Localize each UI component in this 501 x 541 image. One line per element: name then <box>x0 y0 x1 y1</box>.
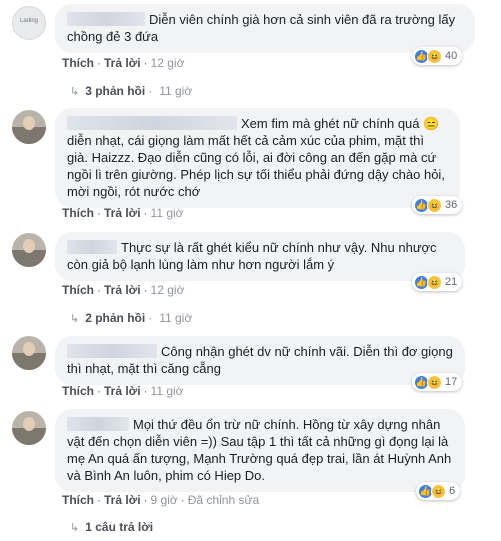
timestamp[interactable]: 12 giờ <box>151 283 185 297</box>
timestamp[interactable]: 9 giờ <box>151 493 178 507</box>
comment-bubble: Thực sự là rất ghét kiểu nữ chính như vậ… <box>55 232 465 281</box>
view-replies-link[interactable]: ↳ 2 phản hồi · 11 giờ <box>70 311 192 325</box>
author-name[interactable] <box>67 116 237 130</box>
edited-label[interactable]: Đã chỉnh sửa <box>188 493 259 507</box>
like-link[interactable]: Thích <box>62 283 94 297</box>
avatar[interactable] <box>12 336 46 370</box>
author-name[interactable] <box>67 417 129 431</box>
reaction-summary[interactable]: 👍 😆 6 <box>416 482 461 500</box>
reply-link[interactable]: Trả lời <box>104 493 141 507</box>
author-name[interactable] <box>67 12 145 26</box>
reply-arrow-icon: ↳ <box>70 313 80 325</box>
like-link[interactable]: Thích <box>62 56 94 70</box>
comment-actions: Thích · Trả lời · 12 giờ <box>62 56 185 70</box>
reply-arrow-icon: ↳ <box>70 522 80 534</box>
laughing-face-icon: 😆 <box>427 274 442 290</box>
reaction-summary[interactable]: 👍 😆 40 <box>412 47 463 65</box>
reply-link[interactable]: Trả lời <box>104 384 141 398</box>
reaction-summary[interactable]: 👍 😆 36 <box>412 196 463 214</box>
reaction-count: 17 <box>445 376 458 388</box>
replies-time: 11 giờ <box>159 84 193 98</box>
comment-bubble: Diễn viên chính già hơn cả sinh viên đã … <box>55 4 475 53</box>
replies-label: 2 phản hồi <box>85 311 146 325</box>
reaction-count: 6 <box>449 485 456 497</box>
like-link[interactable]: Thích <box>62 384 94 398</box>
laughing-face-icon: 😆 <box>427 374 442 390</box>
comment-actions: Thích · Trả lời · 12 giờ <box>62 283 185 297</box>
avatar[interactable]: Lading <box>12 6 46 40</box>
reaction-count: 21 <box>445 276 458 288</box>
reply-arrow-icon: ↳ <box>70 86 80 98</box>
reaction-count: 36 <box>445 199 458 211</box>
timestamp[interactable]: 11 giờ <box>151 384 184 398</box>
timestamp[interactable]: 12 giờ <box>151 56 185 70</box>
laughing-face-icon: 😆 <box>427 197 442 213</box>
view-replies-link[interactable]: ↳ 1 câu trả lời <box>70 520 153 534</box>
reaction-summary[interactable]: 👍 😆 21 <box>412 273 463 291</box>
avatar[interactable] <box>12 110 46 144</box>
replies-label: 1 câu trả lời <box>85 520 154 534</box>
reply-link[interactable]: Trả lời <box>104 283 141 297</box>
avatar[interactable] <box>12 233 46 267</box>
comment-actions: Thích · Trả lời · 9 giờ · Đã chỉnh sửa <box>62 493 260 507</box>
avatar[interactable] <box>12 411 46 445</box>
comment-actions: Thích · Trả lời · 11 giờ <box>62 384 184 398</box>
comment-text: Thực sự là rất ghét kiểu nữ chính như vậ… <box>67 240 437 272</box>
reaction-summary[interactable]: 👍 😆 17 <box>412 373 463 391</box>
like-link[interactable]: Thích <box>62 206 94 220</box>
avatar-text: Lading <box>19 18 39 24</box>
comment-bubble: Xem fim mà ghét nữ chính quá 😑 diễn nhạt… <box>55 108 460 208</box>
comment-actions: Thích · Trả lời · 11 giờ <box>62 206 184 220</box>
laughing-face-icon: 😆 <box>431 483 446 499</box>
reply-link[interactable]: Trả lời <box>104 206 141 220</box>
laughing-face-icon: 😆 <box>427 48 442 64</box>
replies-time: 11 giờ <box>159 311 193 325</box>
comment-bubble: Công nhận ghét dv nữ chính vãi. Diễn thì… <box>55 336 465 385</box>
author-name[interactable] <box>67 240 117 254</box>
replies-label: 3 phản hồi <box>85 84 146 98</box>
reaction-count: 40 <box>445 50 458 62</box>
like-link[interactable]: Thích <box>62 493 94 507</box>
reply-link[interactable]: Trả lời <box>104 56 141 70</box>
timestamp[interactable]: 11 giờ <box>151 206 184 220</box>
comment-bubble: Mọi thứ đều ổn trừ nữ chính. Hồng từ xây… <box>55 409 465 492</box>
author-name[interactable] <box>67 344 157 358</box>
view-replies-link[interactable]: ↳ 3 phản hồi · 11 giờ <box>70 84 192 98</box>
